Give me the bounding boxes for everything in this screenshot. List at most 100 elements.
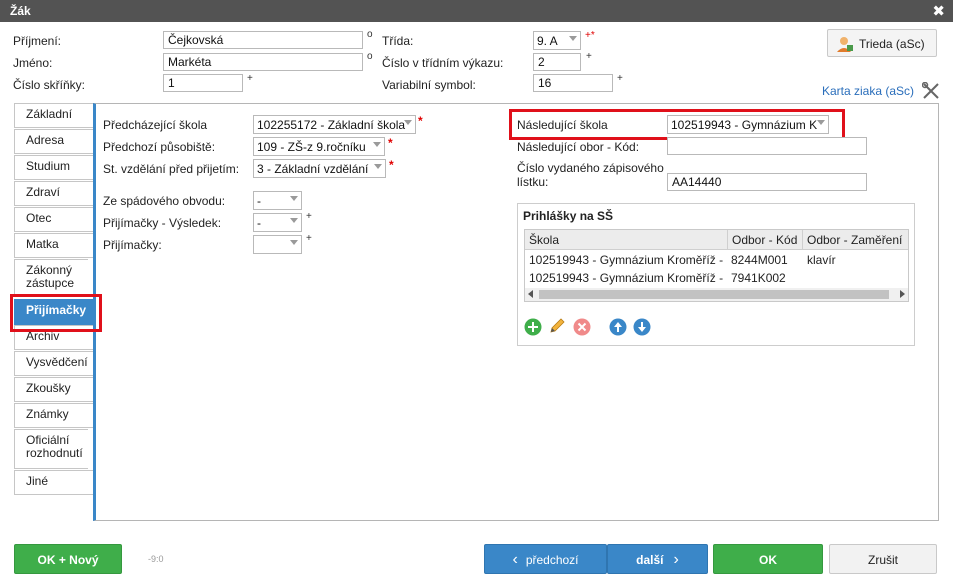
tab-adresa[interactable]: Adresa — [14, 129, 93, 154]
cislo-vykaz-plus-mark: + — [586, 51, 592, 62]
skrinka-plus-mark: + — [247, 73, 253, 84]
user-icon — [837, 37, 853, 52]
prijimacky-vysledek-label: Přijímačky - Výsledek: — [103, 216, 222, 230]
prijimacky-vysledek-plus: + — [306, 211, 312, 222]
move-down-icon[interactable] — [633, 318, 651, 336]
column-header-odbor-kod[interactable]: Odbor - Kód — [728, 230, 803, 250]
jmeno-input[interactable] — [163, 53, 363, 71]
spadovy-label: Ze spádového obvodu: — [103, 194, 226, 208]
predchozi-pusobiste-required: * — [388, 136, 393, 150]
prihlasky-grid: Škola Odbor - Kód Odbor - Zaměření 10251… — [524, 229, 909, 302]
prijmeni-label: Příjmení: — [13, 34, 62, 48]
table-cell[interactable]: 8244M001 — [731, 253, 801, 267]
prijimacky-vysledek-value: - — [257, 216, 261, 230]
predchozi-button[interactable]: ‹ předchozí — [484, 544, 607, 574]
prijimacky-select[interactable] — [253, 235, 302, 254]
close-icon[interactable]: ✖ — [932, 2, 945, 20]
tab-zakonny-zastupce[interactable]: Zákonný zástupce — [14, 259, 88, 296]
dalsi-button[interactable]: další › — [607, 544, 708, 574]
varsymbol-plus-mark: + — [617, 73, 623, 84]
predchazejici-value: 102255172 - Základní škola — [257, 118, 406, 132]
predchazejici-required: * — [418, 114, 423, 128]
prijmeni-degree-mark: o — [367, 29, 373, 40]
spadovy-value: - — [257, 194, 261, 208]
ok-button[interactable]: OK — [713, 544, 823, 574]
table-cell[interactable]: 7941K002 — [731, 271, 801, 285]
tab-jine[interactable]: Jiné — [14, 470, 93, 495]
chevron-down-icon — [290, 240, 298, 245]
horizontal-scrollbar[interactable] — [525, 288, 908, 301]
obor-label: Následující obor - Kód: — [517, 140, 640, 154]
delete-icon[interactable] — [573, 318, 591, 336]
ok-novy-button[interactable]: OK + Nový — [14, 544, 122, 574]
zrusit-button[interactable]: Zrušit — [829, 544, 937, 574]
chevron-right-icon: › — [673, 551, 679, 568]
tab-matka[interactable]: Matka — [14, 233, 93, 258]
add-icon[interactable] — [524, 318, 542, 336]
tab-znamky[interactable]: Známky — [14, 403, 93, 428]
tools-icon[interactable] — [922, 82, 940, 100]
trieda-button-label: Trieda (aSc) — [859, 37, 925, 51]
tab-otec[interactable]: Otec — [14, 207, 93, 232]
predchazejici-select[interactable]: 102255172 - Základní škola — [253, 115, 416, 134]
edit-icon[interactable] — [548, 317, 566, 335]
prijimacky-vysledek-select[interactable]: - — [253, 213, 302, 232]
cislo-vykaz-input[interactable] — [533, 53, 581, 71]
skrinka-input[interactable] — [163, 74, 243, 92]
version-text: -9:0 — [148, 554, 164, 564]
trida-select[interactable]: 9. A — [533, 31, 581, 50]
zapisovy-input[interactable] — [667, 173, 867, 191]
predchozi-label: předchozí — [525, 553, 579, 567]
predchozi-pusobiste-value: 109 - ZŠ-z 9.ročníku — [257, 140, 366, 154]
prihlasky-title: Prihlášky na SŠ — [523, 209, 614, 223]
chevron-down-icon — [404, 120, 412, 125]
dalsi-label: další — [636, 553, 664, 567]
zapisovy-label-line2: lístku: — [517, 175, 549, 189]
tab-zakladni[interactable]: Základní — [14, 103, 93, 128]
chevron-down-icon — [373, 142, 381, 147]
st-vzdelani-label: St. vzdělání před přijetím: — [103, 162, 240, 176]
st-vzdelani-select[interactable]: 3 - Základní vzdělání — [253, 159, 386, 178]
move-up-icon[interactable] — [609, 318, 627, 336]
chevron-left-icon: ‹ — [512, 551, 518, 568]
st-vzdelani-value: 3 - Základní vzdělání — [257, 162, 369, 176]
chevron-down-icon — [569, 36, 577, 41]
st-vzdelani-required: * — [389, 158, 394, 172]
chevron-down-icon — [374, 164, 382, 169]
obor-input[interactable] — [667, 137, 867, 155]
karta-ziaka-link[interactable]: Karta ziaka (aSc) — [822, 84, 914, 98]
jmeno-degree-mark: o — [367, 51, 373, 62]
chevron-down-icon — [290, 196, 298, 201]
spadovy-select[interactable]: - — [253, 191, 302, 210]
trida-required-mark: +* — [585, 30, 595, 41]
tab-zkousky[interactable]: Zkoušky — [14, 377, 93, 402]
table-cell[interactable]: 102519943 - Gymnázium Kroměříž - Gymnázi… — [529, 271, 725, 285]
skrinka-label: Číslo skříňky: — [13, 78, 86, 92]
tab-oficialni-rozhodnuti[interactable]: Oficiální rozhodnutí — [14, 429, 88, 469]
predchozi-pusobiste-label: Předchozí působiště: — [103, 140, 216, 154]
scroll-left-icon[interactable] — [528, 290, 533, 298]
tab-zdravi[interactable]: Zdraví — [14, 181, 93, 206]
table-cell[interactable]: klavír — [807, 253, 907, 267]
window-title: Žák — [10, 4, 31, 18]
active-tab-highlight — [10, 294, 102, 332]
scroll-right-icon[interactable] — [900, 290, 905, 298]
prijimacky-plus: + — [306, 233, 312, 244]
chevron-down-icon — [290, 218, 298, 223]
tab-vysvedceni[interactable]: Vysvědčení — [14, 351, 93, 376]
nasledujici-highlight — [509, 109, 845, 140]
cislo-vykaz-label: Číslo v třídním výkazu: — [382, 56, 504, 70]
tab-studium[interactable]: Studium — [14, 155, 93, 180]
trida-value: 9. A — [537, 34, 558, 48]
predchozi-pusobiste-select[interactable]: 109 - ZŠ-z 9.ročníku — [253, 137, 385, 156]
prijimacky-label: Přijímačky: — [103, 238, 162, 252]
predchazejici-label: Předcházející škola — [103, 118, 208, 132]
table-cell[interactable]: 102519943 - Gymnázium Kroměříž - Gymnázi… — [529, 253, 725, 267]
trieda-button[interactable]: Trieda (aSc) — [827, 29, 937, 57]
varsymbol-input[interactable] — [533, 74, 613, 92]
column-header-odbor-zamereni[interactable]: Odbor - Zaměření — [803, 230, 908, 250]
column-header-skola[interactable]: Škola — [525, 230, 728, 250]
prijmeni-input[interactable] — [163, 31, 363, 49]
scroll-thumb[interactable] — [539, 290, 889, 299]
window-titlebar: Žák ✖ — [0, 0, 953, 22]
